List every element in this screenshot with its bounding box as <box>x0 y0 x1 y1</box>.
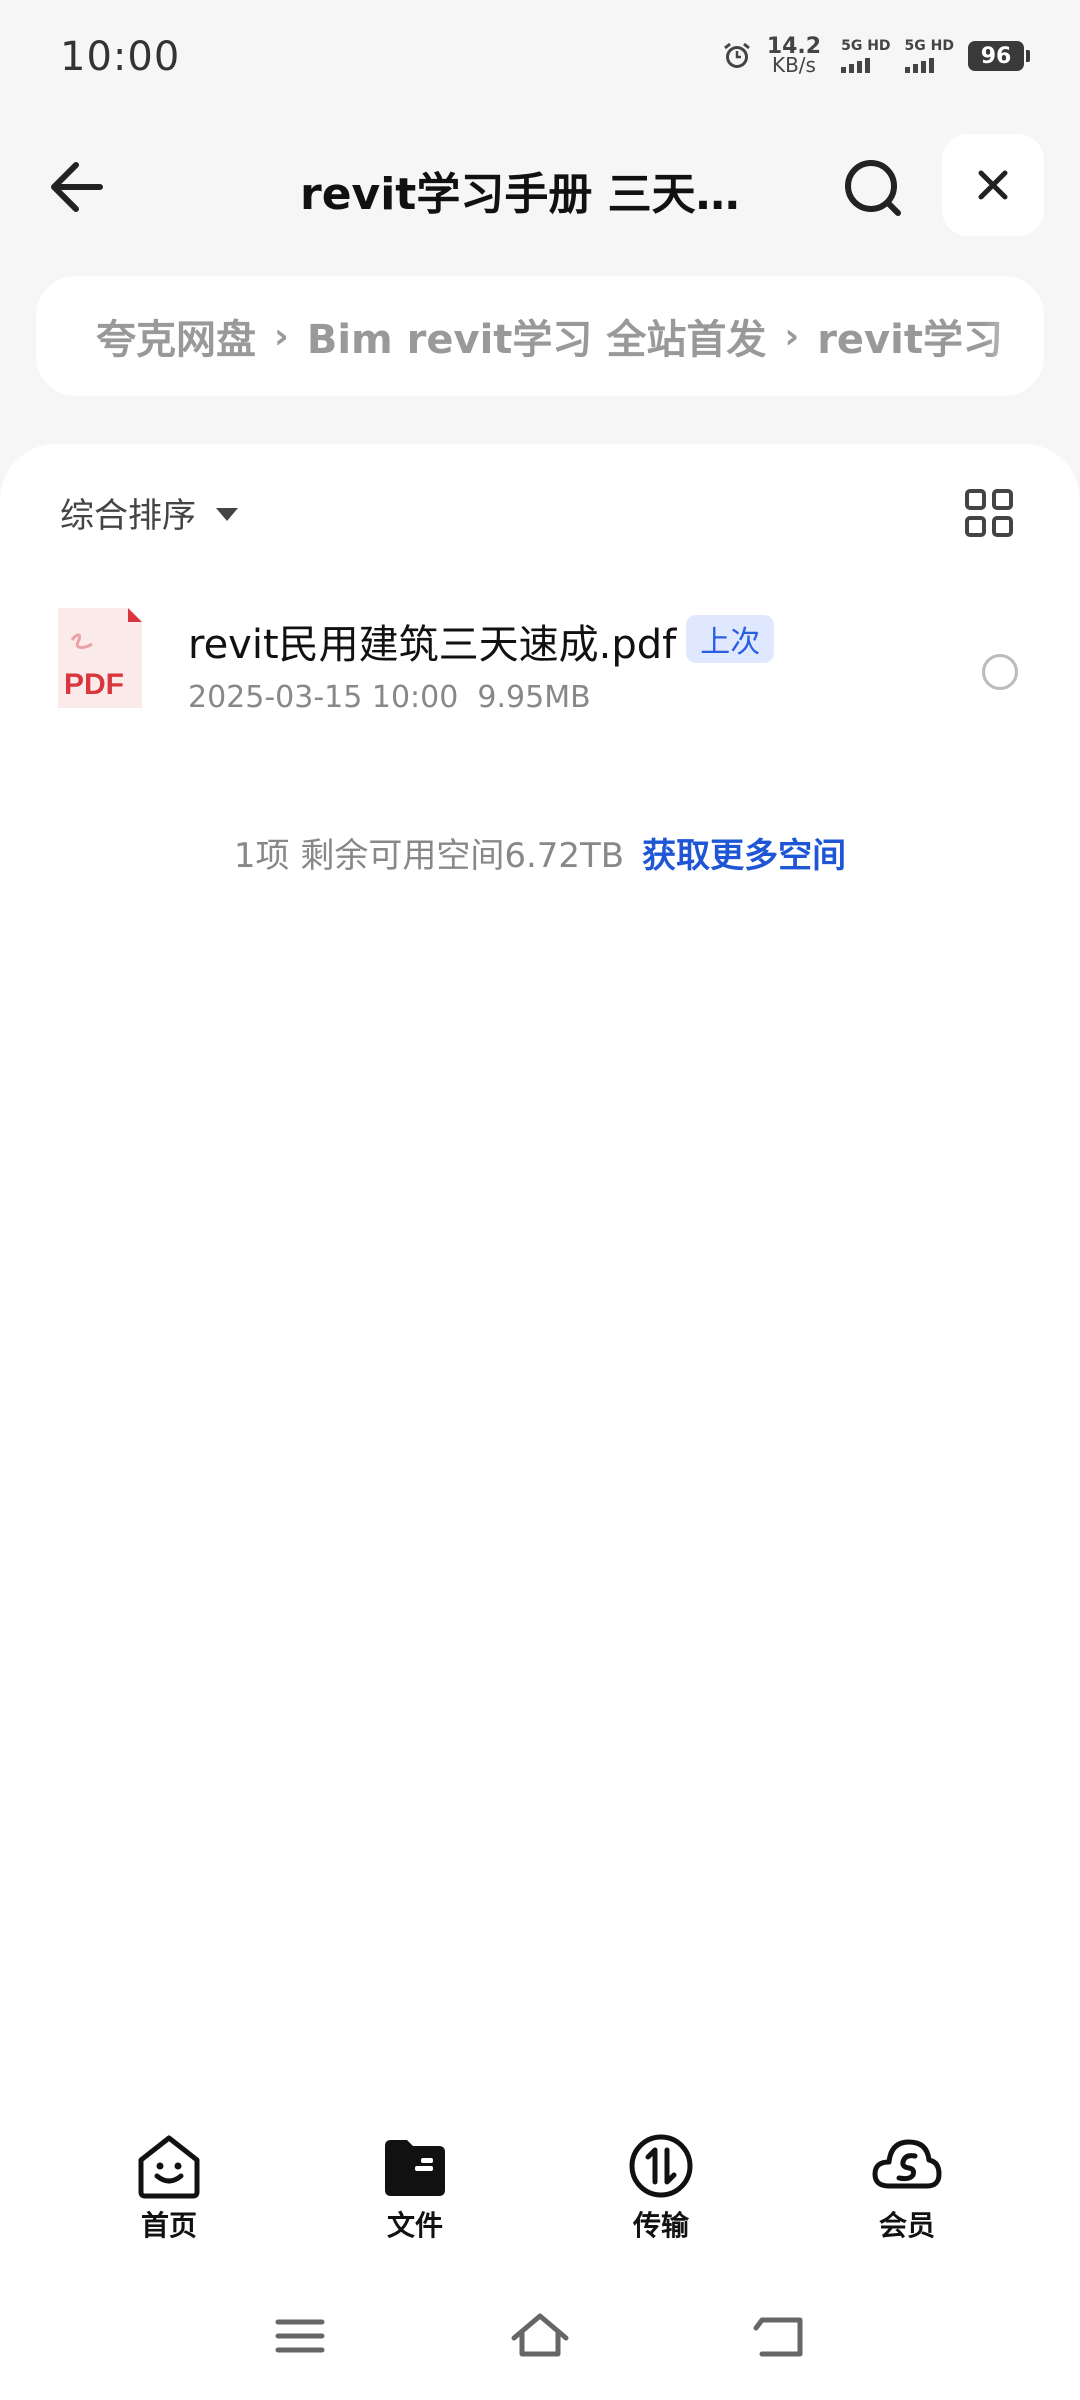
battery-level: 96 <box>980 43 1012 69</box>
battery-indicator: 96 <box>968 41 1030 71</box>
cloud-vip-icon <box>872 2139 942 2189</box>
file-meta: 2025-03-15 10:00 9.95MB <box>188 680 591 715</box>
system-nav-bar <box>0 2300 1080 2380</box>
arrow-left-icon[interactable] <box>40 152 120 222</box>
file-list-item[interactable]: PDF revit民用建筑三天速成.pdf 上次 2025-03-15 10:00… <box>0 604 1080 734</box>
breadcrumb-item-root[interactable]: 夸克网盘 <box>96 307 256 365</box>
folder-icon <box>385 2140 445 2196</box>
file-name-text: revit民用建筑三天速成.pdf <box>188 622 677 668</box>
page-title: revit学习手册 三天速成 <box>300 169 780 220</box>
search-icon[interactable] <box>834 152 914 222</box>
signal-bars-icon <box>841 57 871 73</box>
home-smile-icon <box>138 2135 200 2199</box>
chevron-right-icon: › <box>274 315 289 357</box>
alarm-icon <box>723 42 750 68</box>
tab-transfer[interactable]: 传输 <box>538 2130 784 2260</box>
storage-summary-text: 1项 剩余可用空间6.72TB <box>233 836 625 876</box>
file-date: 2025-03-15 10:00 <box>188 680 459 715</box>
tab-label: 传输 <box>632 2209 689 2242</box>
breadcrumb: 夸克网盘 › Bim revit学习 全站首发 › revit学习 <box>36 276 1044 396</box>
pdf-file-icon: PDF <box>58 608 142 708</box>
status-icons: 14.2 KB/s 5G HD 5G HD 96 <box>721 36 1030 77</box>
signal-bars-icon <box>904 57 934 73</box>
back-icon[interactable] <box>748 2308 812 2364</box>
grid-view-icon[interactable] <box>964 488 1014 538</box>
home-icon[interactable] <box>508 2308 572 2364</box>
sim2-label: 5G HD <box>904 38 954 54</box>
menu-icon[interactable] <box>268 2308 332 2364</box>
file-name: revit民用建筑三天速成.pdf 上次 <box>188 612 775 670</box>
tab-vip[interactable]: 会员 <box>784 2130 1030 2260</box>
header: revit学习手册 三天速成 <box>0 130 1080 240</box>
tab-files[interactable]: 文件 <box>292 2130 538 2260</box>
file-size: 9.95MB <box>477 680 591 715</box>
tab-home[interactable]: 首页 <box>46 2130 292 2260</box>
signal-sim1: 5G HD <box>841 38 891 73</box>
storage-summary: 1项 剩余可用空间6.72TB 获取更多空间 <box>0 828 1080 877</box>
sim1-label: 5G HD <box>841 38 891 54</box>
sort-label: 综合排序 <box>60 496 196 536</box>
get-more-space-link[interactable]: 获取更多空间 <box>642 836 846 876</box>
chevron-right-icon: › <box>784 315 800 357</box>
select-radio[interactable] <box>982 654 1018 690</box>
breadcrumb-item-current[interactable]: revit学习 <box>817 307 1003 365</box>
close-button[interactable] <box>942 134 1044 236</box>
bottom-tab-bar: 首页 文件 传输 会员 <box>0 2130 1080 2260</box>
status-time: 10:00 <box>60 34 181 80</box>
signal-sim2: 5G HD <box>904 38 954 73</box>
breadcrumb-item-folder[interactable]: Bim revit学习 全站首发 <box>307 307 767 365</box>
breadcrumb-fade <box>984 276 1044 396</box>
sort-dropdown[interactable]: 综合排序 <box>60 488 238 537</box>
tab-label: 首页 <box>140 2209 197 2242</box>
caret-down-icon <box>216 508 238 521</box>
transfer-icon <box>629 2134 693 2198</box>
recent-badge: 上次 <box>686 615 775 663</box>
file-list-panel: 综合排序 PDF revit民用建筑三天速成.pdf 上次 2025-03-15 … <box>0 444 1080 2400</box>
tab-label: 会员 <box>878 2209 935 2242</box>
pdf-icon-label: PDF <box>64 668 124 701</box>
tab-label: 文件 <box>386 2209 443 2242</box>
status-bar: 10:00 14.2 KB/s 5G HD 5G HD 96 <box>0 0 1080 120</box>
close-icon <box>978 170 1008 200</box>
network-speed: 14.2 KB/s <box>767 36 821 77</box>
speed-unit: KB/s <box>771 53 816 77</box>
